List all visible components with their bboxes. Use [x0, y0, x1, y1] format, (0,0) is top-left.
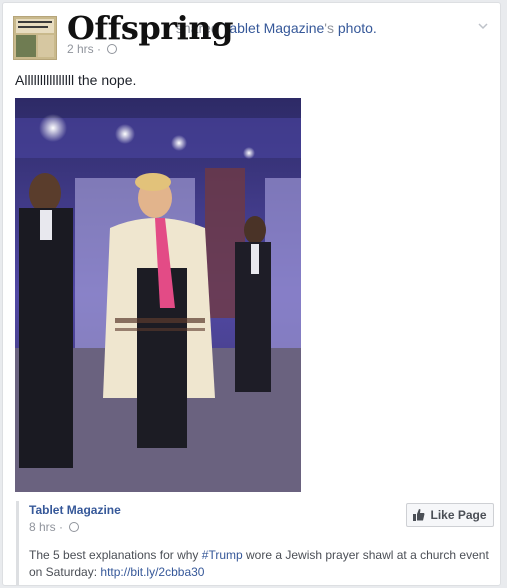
possessive: 's	[324, 20, 334, 36]
shared-time[interactable]: 8 hrs	[29, 520, 56, 534]
globe-icon	[69, 522, 80, 532]
thumbs-up-icon	[413, 509, 425, 521]
globe-icon	[107, 44, 118, 54]
status-text: Allllllllllllllll the nope.	[15, 72, 137, 88]
shared-page-name[interactable]: Tablet Magazine	[29, 503, 121, 517]
like-page-button[interactable]: Like Page	[406, 503, 494, 527]
shared-description: The 5 best explanations for why #Trump w…	[29, 548, 489, 579]
chevron-down-icon[interactable]	[478, 21, 488, 31]
author-avatar[interactable]	[13, 16, 57, 60]
shared-meta: 8 hrs ·	[29, 520, 80, 534]
shared-attachment: Tablet Magazine 8 hrs · Like Page The 5 …	[16, 501, 494, 585]
like-page-label: Like Page	[430, 508, 487, 522]
post-time[interactable]: 2 hrs	[67, 42, 94, 56]
post-meta: 2 hrs ·	[67, 42, 118, 56]
hashtag-link[interactable]: #Trump	[202, 548, 243, 562]
shared-page-link[interactable]: Tablet Magazine	[222, 20, 324, 36]
post-card: xxxxxxxxxxxxxxx shared Tablet Magazine's…	[2, 2, 501, 586]
photo-link[interactable]: photo.	[338, 20, 377, 36]
post-photo[interactable]	[15, 98, 301, 492]
shared-url-link[interactable]: http://bit.ly/2cbba30	[100, 565, 204, 579]
